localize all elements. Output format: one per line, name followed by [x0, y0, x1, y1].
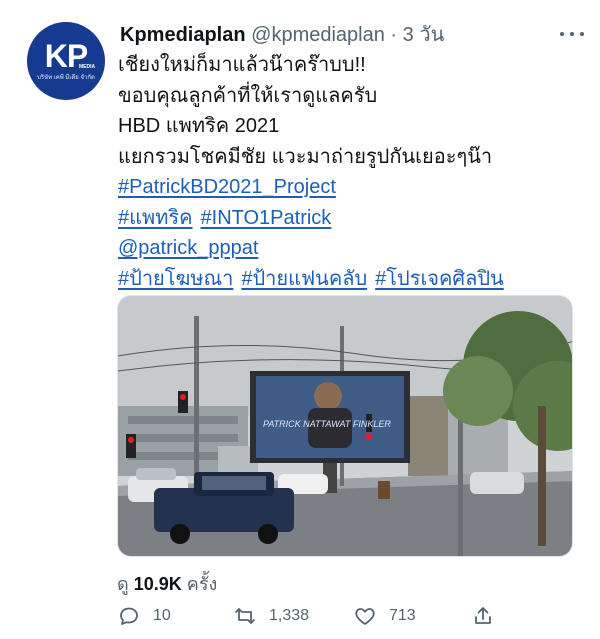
reply-icon [120, 607, 138, 625]
views-prefix: ดู [117, 574, 129, 594]
like-button[interactable]: 713 [353, 600, 416, 632]
billboard-text: PATRICK NATTAWAT FINKLER [263, 419, 391, 429]
tweet-text: เชียงใหม่ก็มาแล้วน๊าคร๊าบบ!! ขอบคุณลูกค้… [118, 50, 588, 294]
retweet-button[interactable]: 1,338 [233, 600, 309, 632]
text-line: แยกรวมโชคมีชัย แวะมาถ่ายรูปกันเยอะๆน๊า [118, 145, 493, 168]
hashtag-link[interactable]: #โปรเจคศิลปิน [375, 268, 504, 290]
mention-link[interactable]: @patrick_pppat [118, 237, 258, 259]
share-button[interactable] [471, 600, 495, 632]
view-count: ดู 10.9K ครั้ง [117, 569, 217, 598]
like-icon [355, 608, 375, 625]
reply-count: 10 [153, 607, 171, 624]
hashtag-link[interactable]: #INTO1Patrick [201, 207, 332, 229]
tweet-video[interactable]: PATRICK NATTAWAT FINKLER [117, 295, 573, 557]
share-icon [475, 607, 491, 624]
tweet-timestamp[interactable]: 3 วัน [403, 24, 445, 46]
text-line: เชียงใหม่ก็มาแล้วน๊าคร๊าบบ!! [118, 54, 366, 76]
avatar-logo-tag: MEDIA [79, 64, 96, 70]
hashtag-link[interactable]: #PatrickBD2021_Project [118, 176, 336, 198]
street-billboard-photo: PATRICK NATTAWAT FINKLER [118, 296, 572, 556]
hashtag-link[interactable]: #แพทริค [118, 207, 193, 229]
author-name[interactable]: Kpmediaplan [120, 24, 246, 46]
avatar[interactable]: KP MEDIA บริษัท เคพี มีเดีย จำกัด [27, 22, 105, 100]
tweet-actions: 10 1,338 713 [117, 600, 577, 632]
retweet-count: 1,338 [269, 607, 310, 624]
like-count: 713 [389, 607, 416, 624]
text-line: ขอบคุณลูกค้าที่ให้เราดูแลครับ [118, 84, 378, 107]
more-icon[interactable] [560, 28, 584, 40]
retweet-icon [235, 608, 255, 624]
tweet[interactable]: KP MEDIA บริษัท เคพี มีเดีย จำกัด Kpmedi… [0, 0, 600, 639]
author-handle[interactable]: @kpmediaplan [251, 24, 385, 46]
hashtag-link[interactable]: #ป้ายแฟนคลับ [241, 268, 367, 290]
views-suffix: ครั้ง [186, 574, 218, 594]
hashtag-link[interactable]: #ป้ายโฆษณา [118, 268, 233, 290]
tweet-header: Kpmediaplan @kpmediaplan · 3 วัน [120, 22, 444, 48]
header-separator: · [390, 24, 398, 46]
views-count: 10.9K [133, 574, 182, 594]
text-line: HBD แพทริค 2021 [118, 115, 280, 137]
avatar-logo-subtitle: บริษัท เคพี มีเดีย จำกัด [37, 74, 95, 81]
reply-button[interactable]: 10 [117, 600, 171, 632]
